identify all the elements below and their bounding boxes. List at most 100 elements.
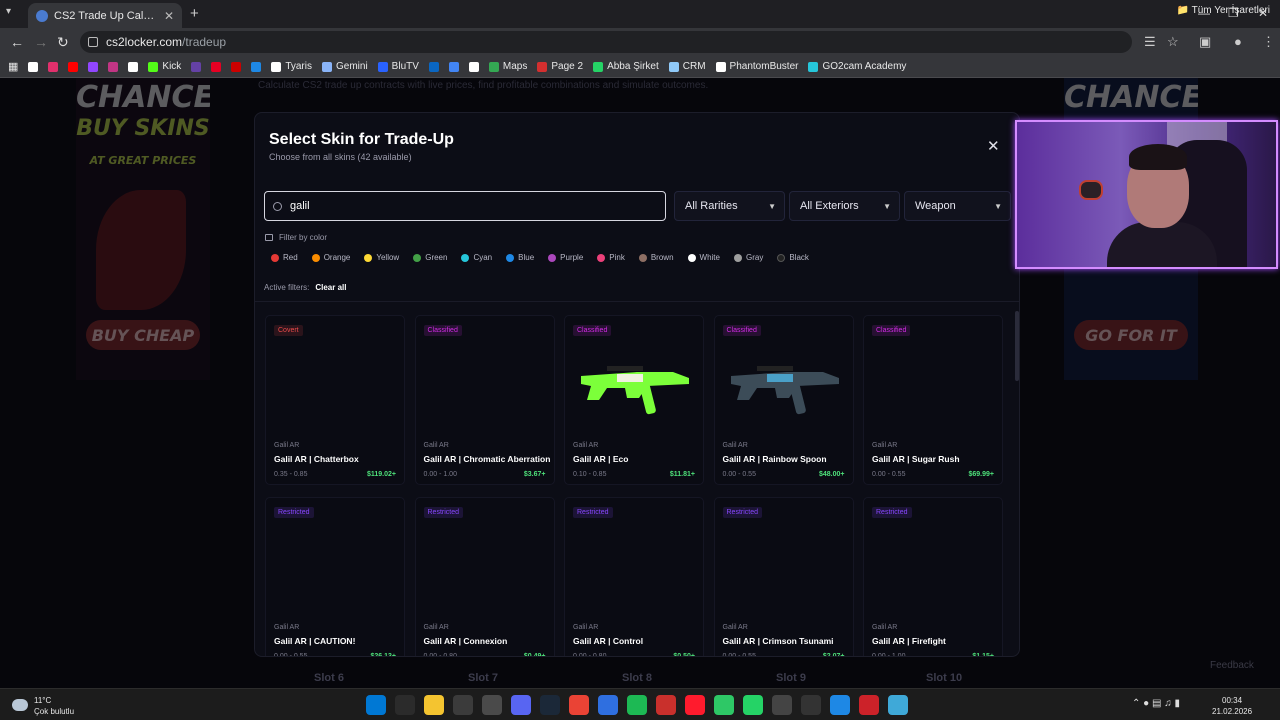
extensions-icon[interactable]: ▣: [1199, 34, 1211, 50]
ad-right-line1: CHANCE: [1064, 80, 1198, 115]
site-info-icon[interactable]: [88, 37, 98, 47]
color-filter-chip[interactable]: White: [687, 253, 720, 262]
taskbar-app-icon[interactable]: [656, 695, 676, 715]
bookmark-item[interactable]: Gemini: [321, 61, 368, 72]
skin-card[interactable]: Restricted Galil AR Galil AR | CAUTION! 0.0…: [265, 497, 405, 656]
taskbar-app-icon[interactable]: [714, 695, 734, 715]
skin-card[interactable]: Restricted Galil AR Galil AR | Crimson Tsu…: [713, 497, 854, 656]
taskbar-app-icon[interactable]: [830, 695, 850, 715]
bookmark-item[interactable]: [231, 61, 242, 72]
taskbar-app-icon[interactable]: [627, 695, 647, 715]
bookmark-item[interactable]: Tyaris: [271, 61, 312, 72]
bookmark-item[interactable]: [468, 61, 479, 72]
bookmark-label: BluTV: [391, 61, 419, 72]
color-filter-chip[interactable]: Black: [777, 253, 809, 262]
back-arrow-icon[interactable]: ←: [10, 34, 24, 50]
skin-card[interactable]: Classified Galil AR Galil AR | Rainbow Spo…: [713, 315, 854, 485]
tab-search-icon[interactable]: ▾: [6, 6, 11, 17]
feedback-button[interactable]: Feedback: [1210, 660, 1254, 671]
ad-right-button[interactable]: GO FOR IT: [1074, 320, 1188, 350]
taskbar-app-icon[interactable]: [511, 695, 531, 715]
taskbar-clock[interactable]: 00:34 21.02.2026: [1212, 695, 1252, 717]
bookmark-item[interactable]: [88, 61, 99, 72]
bookmark-item[interactable]: [251, 61, 262, 72]
bookmark-item[interactable]: [211, 61, 222, 72]
bookmark-item[interactable]: [128, 61, 139, 72]
bookmark-item[interactable]: [28, 61, 39, 72]
color-filter-chip[interactable]: Gray: [733, 253, 763, 262]
bookmark-item[interactable]: [48, 61, 59, 72]
browser-menu-icon[interactable]: ⋮: [1262, 34, 1275, 50]
bookmark-item[interactable]: Abba Şirket: [593, 61, 659, 72]
bookmark-star-icon[interactable]: ☆: [1167, 34, 1179, 50]
skin-card[interactable]: Restricted Galil AR Galil AR | Firefight 0.…: [863, 497, 1003, 656]
rarity-select-value: All Rarities: [685, 200, 738, 212]
taskbar-app-icon[interactable]: [453, 695, 473, 715]
taskbar-app-icon[interactable]: [482, 695, 502, 715]
color-filter-chip[interactable]: Yellow: [364, 253, 399, 262]
clear-all-button[interactable]: Clear all: [315, 283, 346, 292]
bookmark-item[interactable]: BluTV: [377, 61, 419, 72]
taskbar-app-icon[interactable]: [569, 695, 589, 715]
bookmark-item[interactable]: Page 2: [537, 61, 583, 72]
modal-close-icon[interactable]: ✕: [987, 137, 1000, 155]
taskbar-app-icon[interactable]: [395, 695, 415, 715]
bookmark-item[interactable]: GO2cam Academy: [808, 61, 906, 72]
new-tab-plus-icon[interactable]: +: [190, 5, 199, 22]
bookmark-item[interactable]: CRM: [668, 61, 706, 72]
bookmark-item[interactable]: Kick: [148, 61, 181, 72]
ad-left-button[interactable]: BUY CHEAP: [86, 320, 200, 350]
address-bar[interactable]: cs2locker.com/tradeup: [80, 31, 1132, 53]
bookmark-item[interactable]: PhantomBuster: [715, 61, 798, 72]
profile-avatar-icon[interactable]: ●: [1234, 34, 1242, 49]
skin-card[interactable]: Restricted Galil AR Galil AR | Connexion 0.…: [414, 497, 555, 656]
rarity-select[interactable]: All Rarities ▼: [674, 191, 785, 221]
taskbar-app-icon[interactable]: [743, 695, 763, 715]
bookmark-item[interactable]: [108, 61, 119, 72]
weather-widget[interactable]: 11°C Çok bulutlu: [12, 695, 74, 717]
ad-banner-left[interactable]: CHANCE BUY SKINS AT GREAT PRICES BUY CHE…: [76, 78, 210, 380]
skin-card[interactable]: Classified Galil AR Galil AR | Sugar Rush 0…: [863, 315, 1003, 485]
bookmark-item[interactable]: [68, 61, 79, 72]
taskbar-app-icon[interactable]: [424, 695, 444, 715]
taskbar-app-icon[interactable]: [540, 695, 560, 715]
bookmark-favicon-icon: [68, 61, 79, 72]
color-filter-chip[interactable]: Purple: [548, 253, 583, 262]
skin-search-box[interactable]: [264, 191, 666, 221]
taskbar-app-icon[interactable]: [801, 695, 821, 715]
taskbar-app-icon[interactable]: [888, 695, 908, 715]
color-filter-chip[interactable]: Green: [413, 253, 447, 262]
system-tray-icons[interactable]: ⌃ ● ▤ ♫ ▮: [1132, 698, 1180, 709]
bookmark-item[interactable]: [428, 61, 439, 72]
color-filter-chip[interactable]: Cyan: [461, 253, 492, 262]
apps-grid-icon[interactable]: ▦: [8, 60, 18, 73]
color-filter-chip[interactable]: Brown: [638, 253, 674, 262]
tab-close-icon[interactable]: ✕: [164, 9, 174, 23]
skin-card[interactable]: Classified Galil AR Galil AR | Eco 0.10 - 0…: [564, 315, 704, 485]
translate-icon[interactable]: ☰: [1144, 34, 1156, 50]
taskbar-app-icon[interactable]: [859, 695, 879, 715]
bookmark-item[interactable]: Maps: [488, 61, 527, 72]
bookmark-item[interactable]: [191, 61, 202, 72]
browser-tab-active[interactable]: CS2 Trade Up Calculator - Live I ✕: [28, 3, 182, 28]
taskbar-app-icon[interactable]: [366, 695, 386, 715]
reload-icon[interactable]: ↻: [57, 34, 69, 51]
bookmark-item[interactable]: [448, 61, 459, 72]
taskbar-app-icon[interactable]: [685, 695, 705, 715]
color-filter-chip[interactable]: Blue: [506, 253, 534, 262]
bookmark-favicon-icon: [251, 61, 262, 72]
skin-card[interactable]: Restricted Galil AR Galil AR | Control 0.00…: [564, 497, 704, 656]
all-bookmarks-link[interactable]: 📁 Tüm Yer İşaretleri: [1177, 5, 1270, 16]
color-filter-chip[interactable]: Red: [271, 253, 298, 262]
skin-card[interactable]: Covert Galil AR Galil AR | Chatterbox 0.35 …: [265, 315, 405, 485]
weapon-select[interactable]: Weapon ▼: [904, 191, 1011, 221]
taskbar-app-icon[interactable]: [772, 695, 792, 715]
forward-arrow-icon[interactable]: →: [34, 34, 48, 50]
skin-search-input[interactable]: [290, 200, 630, 212]
color-filter-chip[interactable]: Pink: [597, 253, 625, 262]
color-filter-chip[interactable]: Orange: [311, 253, 350, 262]
skin-card[interactable]: Classified Galil AR Galil AR | Chromatic A…: [414, 315, 555, 485]
modal-scrollbar[interactable]: [1015, 311, 1019, 381]
exterior-select[interactable]: All Exteriors ▼: [789, 191, 900, 221]
taskbar-app-icon[interactable]: [598, 695, 618, 715]
